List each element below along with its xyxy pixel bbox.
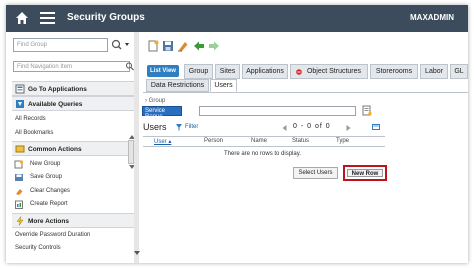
query-all-records[interactable]: All Records <box>15 116 46 122</box>
save-group-action[interactable]: Save Group <box>30 174 62 180</box>
report-icon <box>15 200 23 209</box>
tab-applications[interactable]: Applications <box>242 64 288 79</box>
tab-content-divider <box>143 92 468 93</box>
clear-changes-icon[interactable] <box>177 40 189 52</box>
group-label: › Group <box>145 98 166 104</box>
column-header-type[interactable]: Type <box>336 138 349 144</box>
table-header-top-border <box>143 136 385 137</box>
column-header-user[interactable]: User ▴ <box>154 138 171 145</box>
more-actions-header: More Actions <box>12 213 134 228</box>
user-name[interactable]: MAXADMIN <box>410 13 454 22</box>
search-icon[interactable] <box>110 38 132 52</box>
group-input[interactable]: Service Reque <box>142 106 182 120</box>
left-panel-scroll-down[interactable] <box>134 251 140 255</box>
available-queries-header: Available Queries <box>12 96 134 111</box>
tab-gl[interactable]: GL <box>450 64 468 79</box>
download-icon[interactable] <box>372 124 380 130</box>
new-row-button[interactable]: New Row <box>347 169 383 177</box>
find-group-input[interactable]: Find Group <box>13 38 108 52</box>
top-bar: Security Groups MAXADMIN <box>6 5 468 32</box>
common-actions-label: Common Actions <box>28 146 82 153</box>
left-panel-scrollbar[interactable] <box>134 32 139 263</box>
column-header-name[interactable]: Name <box>251 138 267 144</box>
tab-sites[interactable]: Sites <box>215 64 240 79</box>
go-to-applications[interactable]: Go To Applications <box>12 81 134 96</box>
find-navigation-input[interactable]: Find Navigation Item <box>13 61 130 72</box>
tab-labor[interactable]: Labor <box>420 64 448 79</box>
subtab-users[interactable]: Users <box>210 79 237 92</box>
go-to-applications-label: Go To Applications <box>28 86 87 93</box>
queries-icon <box>16 100 24 108</box>
paging-info: 0 - 0 of 0 <box>293 123 331 130</box>
save-icon <box>15 174 23 181</box>
menu-icon[interactable] <box>40 12 55 24</box>
new-group-icon <box>14 160 24 169</box>
empty-table-message: There are no rows to display. <box>224 151 301 157</box>
long-description-icon[interactable] <box>362 105 372 116</box>
query-all-bookmarks[interactable]: All Bookmarks <box>15 130 53 136</box>
previous-page-icon[interactable] <box>282 125 287 131</box>
tab-group[interactable]: Group <box>184 64 213 79</box>
tab-object-structures[interactable]: Object Structures <box>290 64 368 79</box>
subtab-data-restrictions[interactable]: Data Restrictions <box>146 79 209 92</box>
clear-changes-icon <box>16 189 23 195</box>
tab-storerooms[interactable]: Storerooms <box>370 64 418 79</box>
security-controls-action[interactable]: Security Controls <box>15 245 61 251</box>
error-icon <box>296 69 302 75</box>
clear-changes-action[interactable]: Clear Changes <box>30 188 70 194</box>
new-row-highlight: New Row <box>343 165 387 181</box>
filter-link[interactable]: Filter <box>185 124 198 130</box>
new-group-action[interactable]: New Group <box>30 161 60 167</box>
home-icon[interactable] <box>15 11 29 25</box>
filter-icon[interactable] <box>176 124 182 131</box>
save-icon[interactable] <box>162 40 174 52</box>
more-actions-label: More Actions <box>28 218 69 225</box>
tab-list-view[interactable]: List View <box>147 65 179 77</box>
next-page-icon[interactable] <box>346 125 351 131</box>
create-report-action[interactable]: Create Report <box>30 201 68 207</box>
column-header-status[interactable]: Status <box>292 138 309 144</box>
group-description-input[interactable] <box>199 106 356 116</box>
tab-bar: List View Group Sites Applications Objec… <box>143 64 468 79</box>
group-label-text: Group <box>148 98 166 104</box>
app-window: Security Groups MAXADMIN Find Group Find… <box>6 5 468 263</box>
select-users-button[interactable]: Select Users <box>293 167 338 179</box>
common-actions-header: Common Actions <box>12 141 134 156</box>
tab-object-structures-label: Object Structures <box>306 68 362 75</box>
next-record-icon[interactable] <box>208 40 220 52</box>
applications-icon <box>15 84 25 94</box>
users-table-title: Users <box>143 122 167 132</box>
table-header-bottom-border <box>143 146 385 147</box>
lightning-icon <box>16 216 24 226</box>
column-header-user-label: User <box>154 139 167 145</box>
page-title: Security Groups <box>67 12 145 23</box>
actions-icon <box>15 145 25 153</box>
previous-record-icon[interactable] <box>193 40 205 52</box>
new-record-icon[interactable] <box>147 40 159 52</box>
available-queries-label: Available Queries <box>28 101 83 108</box>
override-password-duration-action[interactable]: Override Password Duration <box>15 232 90 238</box>
column-header-person[interactable]: Person <box>204 138 223 144</box>
left-panel: Find Group Find Navigation Item Go To Ap… <box>6 32 140 263</box>
